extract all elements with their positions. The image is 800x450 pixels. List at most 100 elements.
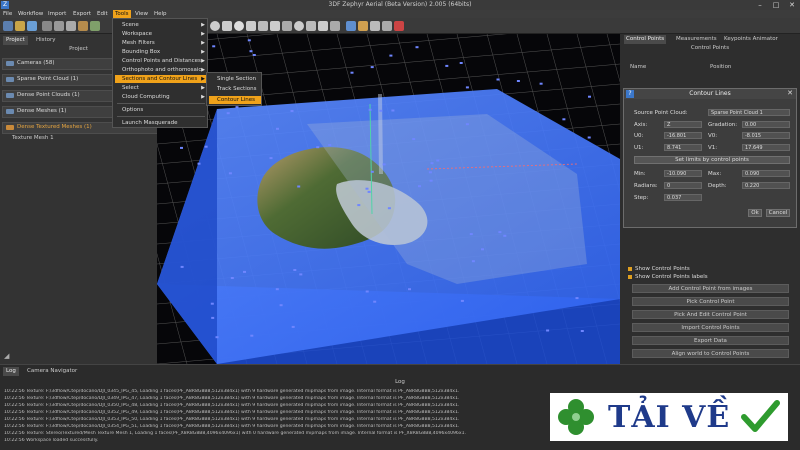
menu-item-control-points[interactable]: Control Points and Distances ▶ (115, 57, 207, 65)
set-limits-button[interactable]: Set limits by control points (634, 156, 790, 164)
minimize-button[interactable]: – (752, 0, 768, 10)
bounding-box-icon[interactable] (358, 21, 368, 31)
max-label: Max: (708, 171, 722, 177)
tab-keypoints-animator[interactable]: Keypoints Animator (724, 35, 778, 44)
stop-icon[interactable] (394, 21, 404, 31)
project-item-label: Dense Point Clouds (1) (17, 92, 80, 98)
texture-mesh-subitem[interactable]: Texture Mesh 1 (12, 135, 54, 141)
tab-history[interactable]: History (33, 36, 59, 45)
min-field[interactable]: -10.090 (664, 170, 702, 177)
camera-icon[interactable] (66, 21, 76, 31)
u1-field[interactable]: 8.741 (664, 144, 702, 151)
lightbulb-icon[interactable] (234, 21, 244, 31)
u0-field[interactable]: -16.801 (664, 132, 702, 139)
camera-marker (365, 187, 369, 190)
import-control-points-button[interactable]: Import Control Points (632, 323, 789, 332)
show-control-point-labels-checkbox[interactable]: Show Control Points labels (628, 274, 708, 280)
grid-icon[interactable] (54, 21, 64, 31)
log-line: 10:22:56 Texture: F:/3dflow/Ctep/docano/… (4, 389, 460, 394)
menu-item-scene[interactable]: Scene ▶ (115, 21, 207, 29)
menu-item-label: Control Points and Distances (122, 58, 201, 64)
close-button[interactable]: ✕ (784, 0, 800, 10)
submenu-contour-lines[interactable]: Contour Lines (209, 96, 261, 104)
menu-file[interactable]: File (3, 11, 12, 17)
depth-field[interactable]: 0.220 (742, 182, 790, 189)
measure-icon[interactable] (318, 21, 328, 31)
dialog-close-icon[interactable]: ✕ (787, 89, 793, 97)
tab-control-points[interactable]: Control Points (624, 35, 667, 44)
tab-project[interactable]: Project (3, 36, 28, 45)
camera-marker (481, 248, 484, 251)
view-sphere-icon[interactable] (210, 21, 220, 31)
cancel-button[interactable]: Cancel (766, 209, 790, 217)
pick-edit-control-point-button[interactable]: Pick And Edit Control Point (632, 310, 789, 319)
gradation-field[interactable]: 0.00 (742, 121, 790, 128)
camera-marker (180, 146, 183, 149)
resize-grip-icon[interactable]: ◢ (4, 352, 12, 360)
menu-view[interactable]: View (135, 11, 148, 17)
view-side-icon[interactable] (258, 21, 268, 31)
maximize-button[interactable]: □ (768, 0, 784, 10)
menu-tools[interactable]: Tools (113, 10, 131, 18)
max-field[interactable]: 0.090 (742, 170, 790, 177)
submenu-arrow-icon: ▶ (201, 94, 205, 100)
project-item-label: Dense Textured Meshes (1) (17, 124, 92, 130)
radians-field[interactable]: 0 (664, 182, 702, 189)
new-project-icon[interactable] (3, 21, 13, 31)
camera-marker (465, 86, 469, 89)
view-top-icon[interactable] (246, 21, 256, 31)
v0-field[interactable]: -8.015 (742, 132, 790, 139)
menu-item-launch-masquerade[interactable]: Launch Masquerade (115, 119, 207, 127)
view-iso-icon[interactable] (270, 21, 280, 31)
camera-marker (539, 82, 543, 85)
help-icon[interactable]: ? (626, 90, 634, 98)
menu-item-sections-contour[interactable]: Sections and Contour Lines ▶ (115, 75, 207, 83)
rotate-icon[interactable] (294, 21, 304, 31)
pick-control-point-button[interactable]: Pick Control Point (632, 297, 789, 306)
settings-icon[interactable] (382, 21, 392, 31)
menu-edit[interactable]: Edit (97, 11, 108, 17)
source-select[interactable]: Sparse Point Cloud 1 (708, 109, 790, 116)
menu-export[interactable]: Export (73, 11, 91, 17)
export-data-button[interactable]: Export Data (632, 336, 789, 345)
texture-icon[interactable] (90, 21, 100, 31)
submenu-track-sections[interactable]: Track Sections (209, 85, 261, 93)
workflow-icon[interactable] (42, 21, 52, 31)
menu-workflow[interactable]: Workflow (18, 11, 43, 17)
zoom-icon[interactable] (282, 21, 292, 31)
add-control-point-button[interactable]: Add Control Point from images (632, 284, 789, 293)
mesh-icon[interactable] (78, 21, 88, 31)
menu-help[interactable]: Help (154, 11, 167, 17)
save-icon[interactable] (27, 21, 37, 31)
pan-icon[interactable] (306, 21, 316, 31)
menu-item-select[interactable]: Select ▶ (115, 84, 207, 92)
show-control-points-checkbox[interactable]: Show Control Points (628, 266, 690, 272)
submenu-single-section[interactable]: Single Section (209, 75, 261, 83)
menu-item-mesh-filters[interactable]: Mesh Filters ▶ (115, 39, 207, 47)
axis-select[interactable]: Z (664, 121, 702, 128)
align-world-button[interactable]: Align world to Control Points (632, 349, 789, 358)
menu-item-workspace[interactable]: Workspace ▶ (115, 30, 207, 38)
select-icon[interactable] (330, 21, 340, 31)
control-point-icon[interactable] (346, 21, 356, 31)
menu-item-orthophoto[interactable]: Orthophoto and orthomosaic ▶ (115, 66, 207, 74)
filter-icon[interactable] (370, 21, 380, 31)
menu-item-cloud-computing[interactable]: Cloud Computing ▶ (115, 93, 207, 101)
step-field[interactable]: 0.037 (664, 194, 702, 201)
view-front-icon[interactable] (222, 21, 232, 31)
v1-field[interactable]: 17.649 (742, 144, 790, 151)
column-position[interactable]: Position (710, 64, 731, 70)
ok-button[interactable]: Ok (748, 209, 762, 217)
tab-measurements[interactable]: Measurements (676, 35, 717, 44)
open-icon[interactable] (15, 21, 25, 31)
tab-camera-navigator[interactable]: Camera Navigator (24, 367, 80, 376)
column-name[interactable]: Name (630, 64, 646, 70)
tab-log[interactable]: Log (3, 367, 19, 376)
camera-marker (516, 80, 520, 82)
menu-import[interactable]: Import (48, 11, 66, 17)
menu-item-options[interactable]: Options (115, 106, 207, 114)
camera-marker (429, 179, 433, 182)
menu-item-bounding-box[interactable]: Bounding Box ▶ (115, 48, 207, 56)
grid-line (157, 34, 508, 65)
camera-marker (370, 170, 374, 173)
